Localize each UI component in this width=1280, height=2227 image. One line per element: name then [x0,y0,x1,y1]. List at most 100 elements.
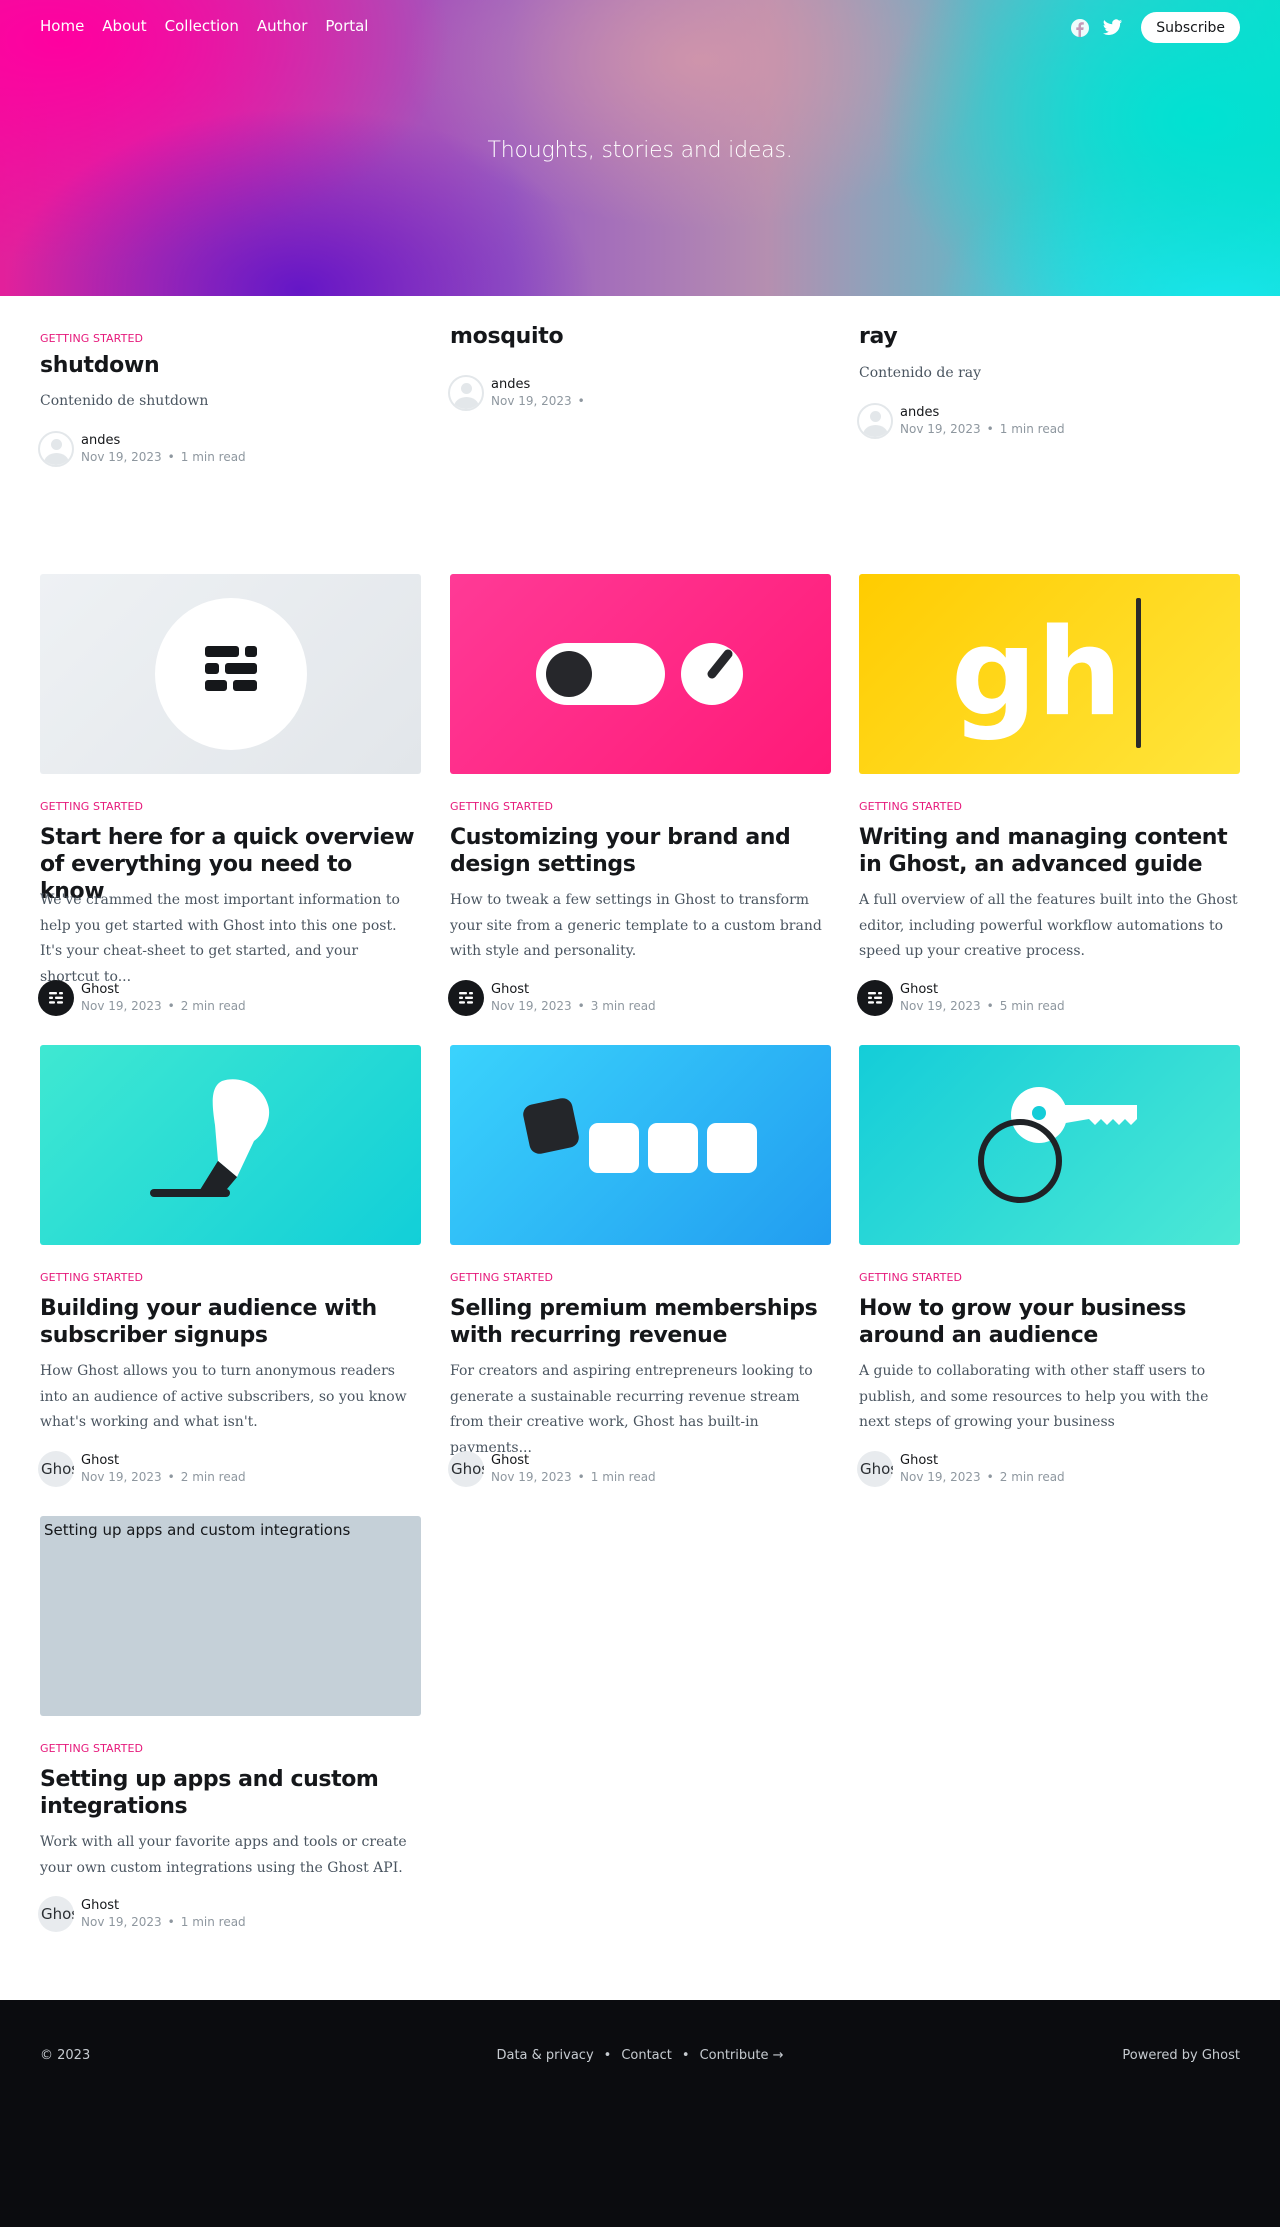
author-name[interactable]: Ghost [81,981,246,998]
post-meta: Nov 19, 2023 • 5 min read [900,998,1065,1015]
meta-separator: • [167,999,175,1013]
toggle-icon [536,643,743,705]
post-card[interactable]: Getting Started Building your audience w… [38,1045,421,1487]
post-byline: Ghost Nov 19, 2023 • 2 min read [38,980,246,1016]
post-image[interactable] [450,574,831,774]
post-tag[interactable]: Getting Started [450,1271,553,1284]
meta-separator: • [986,422,994,436]
post-title[interactable]: Writing and managing content in Ghost, a… [859,824,1240,878]
read-time: 1 min read [590,1470,656,1484]
author-name[interactable]: Ghost [900,981,1065,998]
post-card[interactable]: gh Getting Started Writing and managing … [857,574,1240,1016]
nav-portal[interactable]: Portal [325,17,368,35]
post-tag[interactable]: Getting Started [40,1271,143,1284]
read-time: 2 min read [180,999,246,1013]
post-title[interactable]: Customizing your brand and design settin… [450,824,831,878]
post-byline: Ghost Ghost Nov 19, 2023 • 1 min read [38,1896,246,1932]
post-tag[interactable]: Getting Started [859,800,962,813]
post-date: Nov 19, 2023 [81,450,162,464]
post-card[interactable]: Getting Started Customizing your brand a… [448,574,831,1016]
post-card[interactable]: Getting Started How to grow your busines… [857,1045,1240,1487]
post-excerpt: For creators and aspiring entrepreneurs … [450,1363,813,1456]
nav-home[interactable]: Home [40,17,84,35]
powered-by-link[interactable]: Powered by Ghost [1122,2048,1240,2063]
post-title[interactable]: Setting up apps and custom integrations [40,1766,421,1820]
key-icon [978,1087,1137,1203]
author-name[interactable]: Ghost [491,1452,656,1469]
author-avatar[interactable] [38,431,74,467]
author-name[interactable]: Ghost [81,1897,246,1914]
post-title[interactable]: shutdown [40,353,160,378]
post-byline: andes Nov 19, 2023 • 1 min read [857,403,1065,439]
post-meta: Nov 19, 2023 • 2 min read [81,1469,246,1486]
author-name[interactable]: Ghost [491,981,656,998]
meta-separator: • [577,1470,585,1484]
post-tag[interactable]: Getting Started [40,1742,143,1755]
meta-separator: • [986,999,994,1013]
post-title[interactable]: Selling premium memberships with recurri… [450,1295,831,1349]
post-tag[interactable]: Getting Started [40,332,143,345]
twitter-icon[interactable] [1101,17,1123,39]
subscribe-button[interactable]: Subscribe [1141,12,1240,43]
author-name[interactable]: andes [900,404,1065,421]
post-card[interactable]: Setting up apps and custom integrations … [38,1516,421,1932]
post-image[interactable] [40,1045,421,1245]
author-avatar[interactable] [857,403,893,439]
read-time: 5 min read [999,999,1065,1013]
post-meta: Nov 19, 2023 • 1 min read [900,421,1065,438]
author-avatar[interactable]: Ghost [38,1451,74,1487]
post-title[interactable]: mosquito [450,324,564,349]
nav-collection[interactable]: Collection [165,17,239,35]
author-avatar[interactable] [857,980,893,1016]
post-card[interactable]: Getting Started Start here for a quick o… [38,574,421,1016]
post-image[interactable] [859,1045,1240,1245]
author-avatar[interactable] [448,375,484,411]
author-name[interactable]: Ghost [81,1452,246,1469]
read-time: 1 min read [180,450,246,464]
footer-nav: Data & privacy • Contact • Contribute → [0,2048,1280,2063]
author-avatar[interactable]: Ghost [448,1451,484,1487]
meta-separator: • [986,1470,994,1484]
footer-link-contribute[interactable]: Contribute → [700,2048,784,2063]
author-avatar[interactable] [38,980,74,1016]
author-name[interactable]: Ghost [900,1452,1065,1469]
nav-actions: Subscribe [1069,12,1240,43]
footer-separator: • [603,2048,612,2063]
post-image[interactable]: gh [859,574,1240,774]
ghost-logo-icon [49,992,63,1004]
post-date: Nov 19, 2023 [491,1470,572,1484]
post-byline: Ghost Nov 19, 2023 • 5 min read [857,980,1065,1016]
post-byline: Ghost Ghost Nov 19, 2023 • 2 min read [857,1451,1065,1487]
post-tag[interactable]: Getting Started [40,800,143,813]
post-card[interactable]: Getting Started Selling premium membersh… [448,1045,831,1487]
post-feed: Getting Started Start here for a quick o… [0,574,1280,2000]
post-date: Nov 19, 2023 [81,999,162,1013]
post-image[interactable] [450,1045,831,1245]
post-excerpt: We've crammed the most important informa… [40,892,400,985]
post-tag[interactable]: Getting Started [450,800,553,813]
post-title[interactable]: Building your audience with subscriber s… [40,1295,421,1349]
nav-about[interactable]: About [102,17,146,35]
footer-link-privacy[interactable]: Data & privacy [496,2048,593,2063]
author-avatar[interactable]: Ghost [38,1896,74,1932]
author-name[interactable]: andes [491,376,591,393]
author-name[interactable]: andes [81,432,246,449]
post-excerpt: How Ghost allows you to turn anonymous r… [40,1363,407,1430]
post-excerpt: A full overview of all the features buil… [859,892,1238,959]
post-image[interactable]: Setting up apps and custom integrations [40,1516,421,1716]
post-image[interactable] [40,574,421,774]
image-alt-text: Setting up apps and custom integrations [44,1521,351,1539]
author-avatar[interactable]: Ghost [857,1451,893,1487]
post-tag[interactable]: Getting Started [859,1271,962,1284]
footer-link-contact[interactable]: Contact [621,2048,672,2063]
post-excerpt: Work with all your favorite apps and too… [40,1834,407,1876]
text-cursor-icon: gh [951,598,1141,748]
footer-separator: • [681,2048,690,2063]
post-meta: Nov 19, 2023 • 2 min read [900,1469,1065,1486]
author-avatar[interactable] [448,980,484,1016]
facebook-icon[interactable] [1069,17,1091,39]
pen-icon [150,1079,270,1197]
nav-author[interactable]: Author [257,17,308,35]
post-title[interactable]: ray [859,324,898,349]
post-title[interactable]: How to grow your business around an audi… [859,1295,1240,1349]
